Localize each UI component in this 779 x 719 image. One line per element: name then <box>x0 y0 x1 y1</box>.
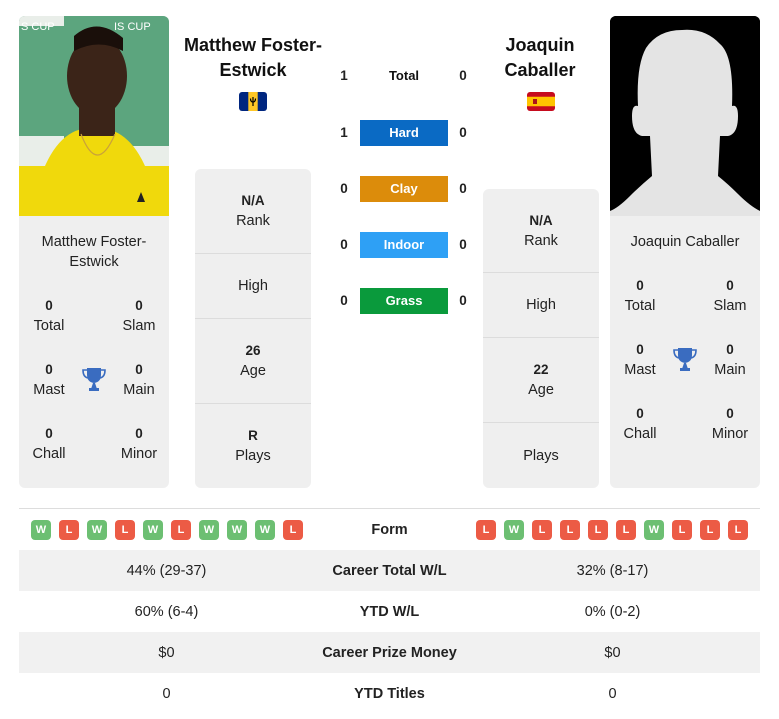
svg-text:S CUP: S CUP <box>21 21 55 33</box>
h2h-clay-row: 0 Clay 0 <box>330 176 480 202</box>
trophy-icon <box>673 346 697 372</box>
player1-photo: S CUP IS CUP <box>19 16 169 216</box>
h2h-total-p1: 1 <box>340 68 348 83</box>
form-win-badge[interactable]: W <box>227 519 247 540</box>
form-loss-badge[interactable]: L <box>59 519 79 540</box>
player2-info-panel: N/A Rank High 22 Age Plays <box>483 189 599 488</box>
player1-name[interactable]: Matthew Foster- Estwick <box>178 33 328 83</box>
trophy-icon <box>82 366 106 392</box>
form-win-badge[interactable]: W <box>87 519 107 540</box>
player1-titles-main: 0 Main <box>123 362 155 398</box>
h2h-grass-row: 0 Grass 0 <box>330 288 480 314</box>
form-loss-badge[interactable]: L <box>700 519 720 540</box>
form-label: Form <box>371 521 408 538</box>
player2-form: LWLLLLWLLL <box>476 519 748 540</box>
form-loss-badge[interactable]: L <box>672 519 692 540</box>
player2-titles-slam: 0 Slam <box>713 278 747 314</box>
h2h-total-row: 1 Total 0 <box>330 63 480 89</box>
player2-photo <box>610 16 760 216</box>
player2-rank: N/A Rank <box>483 189 599 273</box>
player1-titles-chall: 0 Chall <box>32 426 66 462</box>
form-win-badge[interactable]: W <box>143 519 163 540</box>
player1-titles-mast: 0 Mast <box>33 362 65 398</box>
player2-high: High <box>483 273 599 338</box>
h2h-indoor-row: 0 Indoor 0 <box>330 232 480 258</box>
form-loss-badge[interactable]: L <box>728 519 748 540</box>
player2-titles-total: 0 Total <box>624 278 656 314</box>
form-loss-badge[interactable]: L <box>560 519 580 540</box>
form-loss-badge[interactable]: L <box>171 519 191 540</box>
player1-titles-total: 0 Total <box>33 298 65 334</box>
player2-titles-minor: 0 Minor <box>711 406 749 442</box>
spain-flag-icon <box>527 92 555 111</box>
player1-plays: R Plays <box>235 428 271 464</box>
form-loss-badge[interactable]: L <box>588 519 608 540</box>
form-win-badge[interactable]: W <box>504 519 524 540</box>
surface-grass-badge[interactable]: Grass <box>360 288 448 314</box>
surface-indoor-badge[interactable]: Indoor <box>360 232 448 258</box>
h2h-hard-row: 1 Hard 0 <box>330 120 480 146</box>
barbados-flag-icon <box>239 92 267 111</box>
svg-text:IS CUP: IS CUP <box>114 21 151 33</box>
table-row-ytd-wl: 60% (6-4) YTD W/L 0% (0-2) <box>134 603 641 620</box>
player2-name[interactable]: Joaquin Caballer <box>470 33 610 83</box>
player2-card-name: Joaquin Caballer <box>630 234 740 250</box>
player1-age: 26 Age <box>195 319 311 404</box>
surface-hard-badge[interactable]: Hard <box>360 120 448 146</box>
form-loss-badge[interactable]: L <box>532 519 552 540</box>
player1-form: WLWLWLWWWL <box>31 519 303 540</box>
player1-titles-slam: 0 Slam <box>122 298 156 334</box>
player2-card: Joaquin Caballer 0 Total 0 Slam 0 Mast 0 Mai… <box>610 16 760 488</box>
h2h-total-label: Total <box>388 68 420 83</box>
player2-titles-main: 0 Main <box>714 342 746 378</box>
player1-high: High <box>195 254 311 319</box>
player1-rank: N/A Rank <box>195 169 311 254</box>
player2-titles-mast: 0 Mast <box>624 342 656 378</box>
form-win-badge[interactable]: W <box>199 519 219 540</box>
table-row-career-wl: 44% (29-37) Career Total W/L 32% (8-17) <box>19 550 760 591</box>
player1-info-panel: N/A Rank High 26 Age R Plays <box>195 169 311 488</box>
form-loss-badge[interactable]: L <box>476 519 496 540</box>
player2-silhouette-image <box>610 16 760 216</box>
player2-age: 22 Age <box>483 338 599 423</box>
table-row-ytd-titles: 0 YTD Titles 0 <box>162 685 617 702</box>
form-win-badge[interactable]: W <box>644 519 664 540</box>
player2-titles-chall: 0 Chall <box>623 406 657 442</box>
player1-titles-minor: 0 Minor <box>120 426 158 462</box>
form-win-badge[interactable]: W <box>31 519 51 540</box>
surface-clay-badge[interactable]: Clay <box>360 176 448 202</box>
player1-card-name: Matthew Foster- Estwick <box>41 234 147 270</box>
player2-plays: Plays <box>523 447 559 464</box>
form-loss-badge[interactable]: L <box>616 519 636 540</box>
player1-card: S CUP IS CUP Matthew Foster- Estwick 0 To… <box>19 16 169 488</box>
form-win-badge[interactable]: W <box>255 519 275 540</box>
table-row-prize-money: $0 Career Prize Money $0 <box>19 632 760 673</box>
player1-portrait-image: S CUP IS CUP <box>19 16 169 216</box>
form-row: WLWLWLWWWL Form LWLLLLWLLL <box>19 509 760 550</box>
form-loss-badge[interactable]: L <box>115 519 135 540</box>
